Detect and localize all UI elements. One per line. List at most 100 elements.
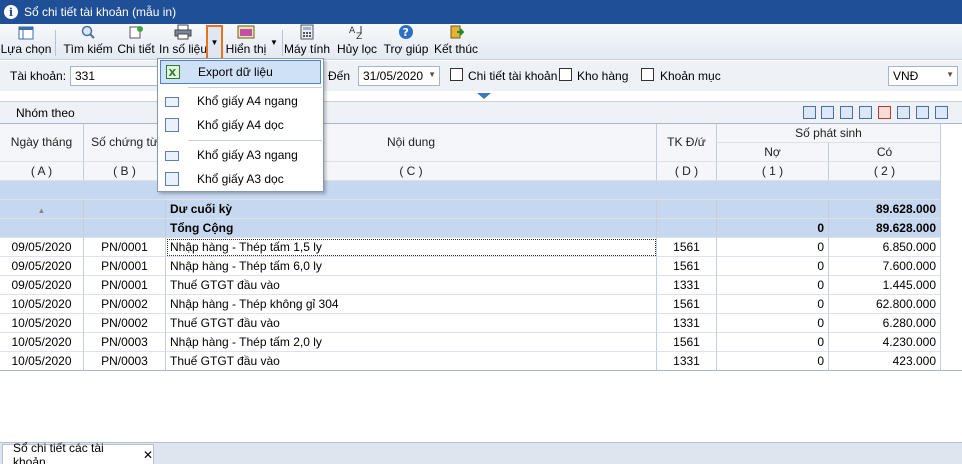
table-row-account[interactable]: 1561 xyxy=(657,295,717,314)
menu-a4-landscape[interactable]: Khổ giấy A4 ngang xyxy=(160,89,321,113)
help-button[interactable]: ? Trợ giúp xyxy=(384,25,428,59)
info-icon: i xyxy=(4,5,18,19)
table-row-date[interactable]: 09/05/2020 xyxy=(0,257,84,276)
search-icon xyxy=(79,24,97,40)
table-row-account[interactable]: 1561 xyxy=(657,238,717,257)
code-d: ( D ) xyxy=(657,162,717,181)
display-button[interactable]: Hiển thị xyxy=(225,25,267,59)
cancel-filter-button[interactable]: AZ Hủy lọc xyxy=(337,24,377,59)
table-row-content[interactable]: Thuế GTGT đầu vào xyxy=(166,276,657,295)
to-date-picker[interactable]: 31/05/2020 ▼ xyxy=(358,66,440,86)
table-row-date[interactable]: 09/05/2020 xyxy=(0,276,84,295)
menu-a3-portrait[interactable]: Khổ giấy A3 dọc xyxy=(160,167,321,191)
ending-balance-credit: 89.628.000 xyxy=(829,200,941,219)
table-row-credit[interactable]: 423.000 xyxy=(829,352,941,371)
header-date: Ngày tháng xyxy=(0,124,84,162)
filter-icon: AZ xyxy=(348,24,366,40)
account-label: Tài khoản: xyxy=(10,69,67,83)
code-a: ( A ) xyxy=(0,162,84,181)
collapse-handle-icon[interactable] xyxy=(476,92,492,100)
save-icon[interactable] xyxy=(803,106,816,119)
settings-icon[interactable] xyxy=(935,106,948,119)
printer-icon xyxy=(174,24,192,40)
detail-account-checkbox[interactable] xyxy=(450,68,463,81)
menu-export-data[interactable]: X Export dữ liệu xyxy=(160,60,321,84)
select-button[interactable]: Lựa chọn xyxy=(1,25,51,59)
menu-a3-landscape[interactable]: Khổ giấy A3 ngang xyxy=(160,143,321,167)
ledger-table: Ngày tháng Số chứng từ Nội dung TK Đ/ứ S… xyxy=(0,123,962,371)
detail-account-label: Chi tiết tài khoản xyxy=(468,69,558,83)
code-b: ( B ) xyxy=(84,162,166,181)
table-row-account[interactable]: 1331 xyxy=(657,352,717,371)
exit-button[interactable]: Kết thúc xyxy=(434,25,478,59)
item-checkbox[interactable] xyxy=(641,68,654,81)
table-row-credit[interactable]: 4.230.000 xyxy=(829,333,941,352)
group-by-label: Nhóm theo xyxy=(16,106,75,120)
to-date-label: Đến xyxy=(328,69,351,83)
table-row-debit[interactable]: 0 xyxy=(717,238,829,257)
sort-indicator: ▲ xyxy=(0,200,84,219)
table-row-account[interactable]: 1331 xyxy=(657,314,717,333)
table-row-debit[interactable]: 0 xyxy=(717,295,829,314)
table-row-account[interactable]: 1331 xyxy=(657,276,717,295)
add-row-icon[interactable] xyxy=(840,106,853,119)
calculator-button[interactable]: Máy tính xyxy=(284,24,330,59)
table-row-voucher[interactable]: PN/0001 xyxy=(84,276,166,295)
warehouse-checkbox[interactable] xyxy=(559,68,572,81)
close-icon[interactable]: ✕ xyxy=(143,448,153,462)
table-row-date[interactable]: 10/05/2020 xyxy=(0,314,84,333)
table-row-debit[interactable]: 0 xyxy=(717,276,829,295)
table-row-voucher[interactable]: PN/0001 xyxy=(84,257,166,276)
table-row-voucher[interactable]: PN/0002 xyxy=(84,295,166,314)
table-row-voucher[interactable]: PN/0003 xyxy=(84,352,166,371)
filter-bar: Tài khoản: 331 Đến 31/05/2020 ▼ Chi tiết… xyxy=(0,61,962,91)
menu-a4-portrait[interactable]: Khổ giấy A4 dọc xyxy=(160,113,321,137)
toolbar: Lựa chọn Tìm kiếm Chi tiết In số liệu Hi… xyxy=(0,24,962,60)
search-button[interactable]: Tìm kiếm xyxy=(63,24,113,59)
table-row-credit[interactable]: 62.800.000 xyxy=(829,295,941,314)
grid-empty-area xyxy=(0,370,962,442)
currency-select[interactable]: VNĐ ▼ xyxy=(888,66,958,86)
table-row-credit[interactable]: 6.280.000 xyxy=(829,314,941,333)
account-input[interactable]: 331 xyxy=(70,66,160,86)
portrait-page-icon xyxy=(165,172,179,186)
group-by-bar: Nhóm theo xyxy=(0,101,962,123)
table-row-date[interactable]: 10/05/2020 xyxy=(0,295,84,314)
table-row-credit[interactable]: 6.850.000 xyxy=(829,238,941,257)
table-row-content[interactable]: Nhập hàng - Thép không gỉ 304 xyxy=(166,295,657,314)
tab-account-ledger[interactable]: Sổ chi tiết các tài khoản ✕ xyxy=(2,441,154,464)
table-row-debit[interactable]: 0 xyxy=(717,257,829,276)
table-row-credit[interactable]: 1.445.000 xyxy=(829,276,941,295)
export-icon[interactable] xyxy=(916,106,929,119)
display-dropdown-arrow[interactable]: ▼ xyxy=(268,25,280,59)
table-row-debit[interactable]: 0 xyxy=(717,352,829,371)
chevron-down-icon: ▼ xyxy=(946,70,954,79)
table-row-account[interactable]: 1561 xyxy=(657,333,717,352)
select-icon xyxy=(17,25,35,40)
table-row[interactable] xyxy=(0,181,941,200)
table-row-content[interactable]: Thuế GTGT đầu vào xyxy=(166,352,657,371)
print-dropdown-menu: X Export dữ liệu Khổ giấy A4 ngang Khổ g… xyxy=(157,58,324,192)
detail-button[interactable]: Chi tiết xyxy=(116,25,156,59)
table-row-voucher[interactable]: PN/0002 xyxy=(84,314,166,333)
table-row-debit[interactable]: 0 xyxy=(717,333,829,352)
table-row-content[interactable]: Nhập hàng - Thép tấm 6,0 ly xyxy=(166,257,657,276)
print-button[interactable]: In số liệu xyxy=(159,24,207,59)
table-row-date[interactable]: 10/05/2020 xyxy=(0,352,84,371)
delete-row-icon[interactable] xyxy=(878,106,891,119)
insert-row-icon[interactable] xyxy=(859,106,872,119)
table-row-voucher[interactable]: PN/0003 xyxy=(84,333,166,352)
table-row-date[interactable]: 10/05/2020 xyxy=(0,333,84,352)
table-row-voucher[interactable]: PN/0001 xyxy=(84,238,166,257)
table-row-content[interactable]: Nhập hàng - Thép tấm 1,5 ly xyxy=(166,238,657,257)
copy-icon[interactable] xyxy=(897,106,910,119)
table-row-debit[interactable]: 0 xyxy=(717,314,829,333)
print-dropdown-arrow[interactable]: ▼ xyxy=(206,25,223,60)
table-row-content[interactable]: Nhập hàng - Thép tấm 2,0 ly xyxy=(166,333,657,352)
table-row-content[interactable]: Thuế GTGT đầu vào xyxy=(166,314,657,333)
table-row-date[interactable]: 09/05/2020 xyxy=(0,238,84,257)
save-as-icon[interactable] xyxy=(821,106,834,119)
table-row-account[interactable]: 1561 xyxy=(657,257,717,276)
detail-icon xyxy=(127,24,145,40)
table-row-credit[interactable]: 7.600.000 xyxy=(829,257,941,276)
